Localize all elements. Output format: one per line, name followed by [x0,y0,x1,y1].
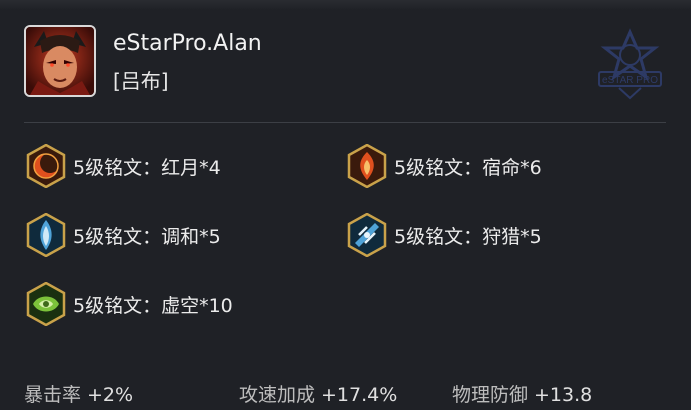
rune-label: 5级铭文：狩猎*5 [394,225,542,248]
stat-attack-speed: 攻速加成 +17.4% [239,384,398,406]
hero-name: [吕布] [113,69,169,93]
header-divider [24,122,666,123]
top-edge [0,0,691,10]
rune-label: 5级铭文：红月*4 [73,156,221,179]
stats-row: 暴击率 +2% 攻速加成 +17.4% 物理防御 +13.8 [24,380,684,410]
stat-crit-rate: 暴击率 +2% [24,384,134,406]
stat-physical-defense: 物理防御 +13.8 [452,384,593,406]
rune-row-void: 5级铭文：虚空*10 [24,282,233,326]
rune-row-harmony: 5级铭文：调和*5 [24,213,221,257]
rune-label: 5级铭文：宿命*6 [394,156,542,179]
rune-label: 5级铭文：虚空*10 [73,294,233,317]
player-name: eStarPro.Alan [113,31,262,56]
rune-label: 5级铭文：调和*5 [73,225,221,248]
harmony-rune-icon [26,213,66,257]
estar-pro-logo: eSTAR PRO [591,28,669,100]
hunt-rune-icon [347,213,387,257]
rune-row-red-moon: 5级铭文：红月*4 [24,144,221,188]
void-rune-icon [26,282,66,326]
red-moon-rune-icon [26,144,66,188]
rune-row-fate: 5级铭文：宿命*6 [345,144,542,188]
fate-rune-icon [347,144,387,188]
hero-avatar [24,25,96,97]
rune-row-hunt: 5级铭文：狩猎*5 [345,213,542,257]
svg-text:eSTAR PRO: eSTAR PRO [602,75,658,86]
